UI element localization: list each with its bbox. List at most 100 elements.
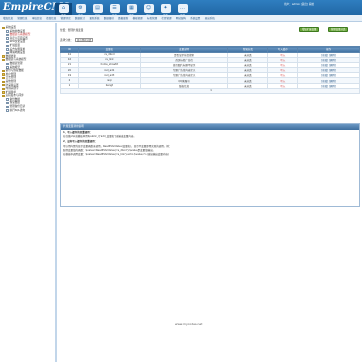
- nav-link[interactable]: 数据备份: [104, 16, 114, 20]
- nav-link[interactable]: 标签管理: [147, 16, 157, 20]
- page-icon: [6, 105, 9, 109]
- cell-ops-text[interactable]: [修改] [删除]: [321, 69, 336, 72]
- watermark: www.mycodes.net: [175, 322, 203, 326]
- cell-cat-text: 未分类: [244, 74, 252, 78]
- cell-desc-text: 专题广告位内容定义: [172, 74, 196, 78]
- cell-ops-text[interactable]: [修改] [删除]: [321, 64, 336, 67]
- sidebar-item[interactable]: 执行SQL语句: [2, 109, 55, 113]
- cell-ops-text[interactable]: [修改] [删除]: [321, 85, 336, 88]
- page-icon: [6, 30, 9, 33]
- template-icon: ▦: [126, 4, 137, 13]
- cell-name-text: home_showtit: [100, 63, 119, 67]
- cell-name-text: red_ad3: [104, 73, 115, 77]
- cell-name-text: isqi: [107, 79, 112, 83]
- cell-cache-text: 写入: [280, 74, 286, 78]
- page-icon: [6, 48, 9, 51]
- add-variable-button[interactable]: 增加扩展变量: [299, 27, 320, 32]
- folder-icon: [2, 84, 5, 87]
- nav-link[interactable]: 管理信息: [17, 16, 27, 20]
- cell-cache-text: 写入: [280, 79, 286, 83]
- page-icon: [6, 98, 9, 101]
- folder-icon: ▤: [92, 4, 103, 13]
- page-icon: [6, 44, 9, 47]
- cell-cache-text: 写入: [280, 63, 286, 67]
- panel-text: 在任意php或模板中用$public_r['add_变量名']来输出变量内容。: [63, 135, 136, 139]
- page-icon: [6, 40, 9, 44]
- sidebar-divider: [56, 23, 57, 362]
- cell-id-text: 41: [67, 53, 72, 57]
- user-icon: ☺: [143, 4, 154, 13]
- folder-icon: [2, 76, 5, 80]
- folder-icon: [2, 69, 5, 73]
- cell-id-text: 42: [67, 58, 72, 62]
- cell-name-text: bangt: [105, 84, 113, 88]
- cell-desc-text: 是否显示前台搜索: [174, 53, 195, 57]
- folder-icon: [2, 55, 5, 58]
- nav-link[interactable]: 退出系统: [205, 16, 215, 20]
- nav-link[interactable]: 增加信息: [3, 16, 13, 20]
- cell-cache-text: 写入: [280, 58, 286, 62]
- cell-id-text: 1: [68, 84, 71, 88]
- panel-text: 在模板中调用变量：$value=ReadEVarValue('cs_link')…: [63, 153, 169, 157]
- cell-name-text: cs_link: [105, 58, 114, 62]
- nav-link[interactable]: 系统设置: [190, 16, 200, 20]
- sidebar-item-label: 执行SQL语句: [9, 108, 26, 112]
- cell-id-text: 21: [67, 63, 72, 67]
- doc-icon: ☰: [109, 4, 120, 13]
- page-icon: [6, 102, 9, 105]
- cell-desc-text: 版权信息: [179, 84, 190, 88]
- cell-ops-text[interactable]: [修改] [删除]: [321, 54, 336, 57]
- cell-id-text: 19: [67, 73, 72, 77]
- nav-link[interactable]: 网站架构: [176, 16, 186, 20]
- nav-link[interactable]: 管理评论: [61, 16, 71, 20]
- gear-icon: ⚙: [75, 4, 86, 13]
- table-footer-row: 1: [60, 87, 360, 95]
- nav-link[interactable]: 审核信息: [32, 16, 42, 20]
- page-icon: [6, 109, 9, 112]
- usage-panel: 扩展变量调用说明 1、写入缓存的变量调用： 在任意php或模板中用$public_…: [60, 123, 360, 207]
- folder-icon: [2, 26, 5, 29]
- nav-link[interactable]: 更新系统: [89, 16, 99, 20]
- cell-desc-text: 专题广告位内容定义: [172, 69, 196, 73]
- folder-icon: [2, 58, 5, 62]
- cell-cache-text: 写入: [280, 69, 286, 73]
- cell-id-text: 20: [67, 68, 72, 72]
- cell-desc-text: 首页图片标题不显示: [172, 63, 196, 67]
- cell-id-text: 2: [68, 79, 71, 83]
- folder-icon: [2, 73, 5, 76]
- user-info[interactable]: 用户：admin [退出] 系统: [284, 3, 314, 7]
- nav-link[interactable]: 签发信息: [46, 16, 56, 20]
- cell-ops-text[interactable]: [修改] [删除]: [321, 59, 336, 62]
- cell-cat-text: 未分类: [244, 58, 252, 62]
- filter-label: 选择分类：: [60, 39, 73, 42]
- manage-class-button[interactable]: 管理变量分类: [328, 27, 349, 32]
- cell-desc-text: QQ客服号: [178, 79, 190, 83]
- page-icon: [6, 62, 9, 65]
- nav-link[interactable]: 数据统计: [75, 16, 85, 20]
- quick-nav-bar: 增加信息 管理信息 审核信息 签发信息 管理评论 数据统计 更新系统 数据备份 数据更新 模板管理…: [0, 15, 362, 22]
- folder-icon: [2, 91, 5, 94]
- nav-link[interactable]: 模板管理: [133, 16, 143, 20]
- cell-cat-text: 未分类: [244, 84, 252, 88]
- cell-cat-text: 未分类: [244, 53, 252, 57]
- cell-desc-text: 首页标签广告位: [175, 58, 193, 62]
- panel-title: 扩展变量调用说明: [61, 124, 359, 130]
- variables-table: ID 变量名 变量说明 所属分类 写入缓存 操作 41 cs_dbnd 是否显示前台搜索 未分类…: [60, 46, 360, 95]
- cell-cat-text: 未分类: [244, 63, 252, 67]
- plugin-icon: ✦: [160, 4, 171, 13]
- cell-ops-text[interactable]: [修改] [删除]: [321, 80, 336, 83]
- cell-ops-text[interactable]: [修改] [删除]: [321, 74, 336, 77]
- breadcrumb: 位置：管理扩展变量: [60, 29, 84, 32]
- folder-icon: [2, 87, 5, 91]
- more-icon: …: [177, 4, 188, 13]
- nav-link[interactable]: 栏目管理: [161, 16, 171, 20]
- category-select[interactable]: 显示所有分类: [74, 38, 94, 42]
- nav-link[interactable]: 数据更新: [118, 16, 128, 20]
- page-icon: [6, 33, 9, 37]
- footer-marker: 1: [210, 89, 212, 93]
- cell-name-text: cs_dbnd: [104, 53, 115, 57]
- cell-cat-text: 未分类: [244, 69, 252, 73]
- cell-name-text: red_ad1: [104, 68, 115, 72]
- cell-cache-text: 写入: [280, 53, 286, 57]
- folder-icon: [2, 94, 5, 98]
